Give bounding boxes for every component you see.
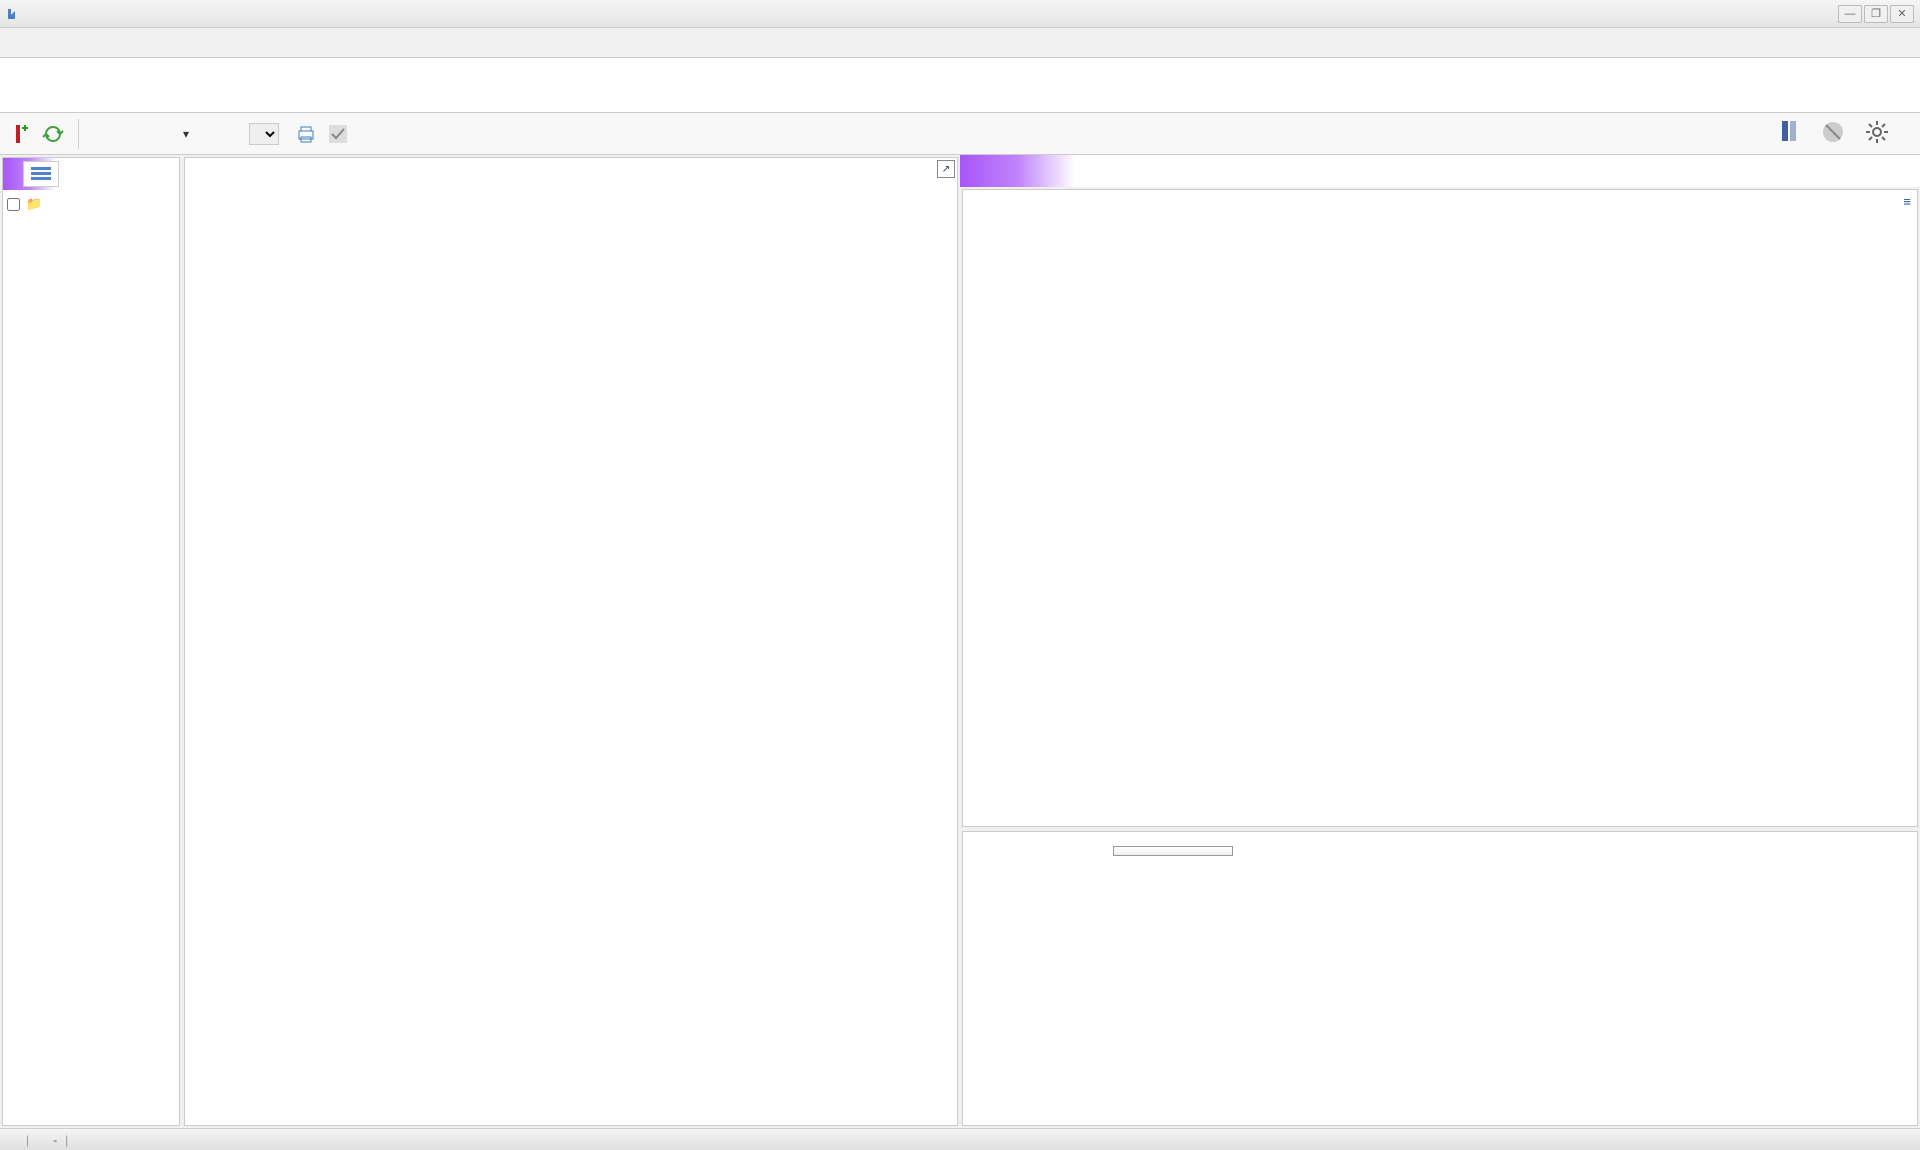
maximize-button[interactable]: ❐ [1864, 5, 1888, 23]
dropdown-icon[interactable]: ▾ [183, 127, 189, 141]
menu-bar [0, 28, 1920, 58]
x-axis-label [185, 1107, 957, 1111]
secondary-toolbar: ▾ [0, 113, 1920, 155]
settings-icon[interactable] [1864, 119, 1890, 148]
chart-panel: ↗ [184, 157, 958, 1126]
results-section: ≡ [962, 189, 1918, 827]
chart-expand-icon[interactable]: ↗ [937, 160, 955, 178]
ribbon [0, 58, 1920, 113]
folder-icon: 📁 [26, 196, 42, 212]
status-bar: | - | [0, 1128, 1920, 1150]
hamburger-icon[interactable]: ≡ [1903, 194, 1911, 209]
report-style-select[interactable] [249, 123, 279, 145]
main-area: 📁 ↗ ≡ [0, 155, 1920, 1128]
right-tabs [960, 155, 1920, 187]
chart-title [185, 158, 957, 170]
params-header [963, 832, 1917, 840]
sample-tree-panel: 📁 [2, 157, 180, 1126]
chart-canvas [235, 180, 927, 1067]
close-button[interactable]: ✕ [1890, 5, 1914, 23]
params-section [962, 831, 1918, 1126]
title-bar: — ❐ ✕ [0, 0, 1920, 28]
tree-root-row[interactable]: 📁 [7, 194, 175, 214]
right-panel: ≡ [960, 155, 1920, 1128]
check-icon[interactable] [327, 123, 349, 145]
left-panel: 📁 ↗ [0, 155, 960, 1128]
device-icon[interactable] [1776, 119, 1802, 148]
minimize-button[interactable]: — [1838, 5, 1862, 23]
root-checkbox[interactable] [7, 198, 20, 211]
add-sample-icon[interactable] [10, 123, 32, 145]
stop-icon[interactable] [1820, 119, 1846, 148]
sample-tree: 📁 [3, 190, 179, 218]
print-icon[interactable] [295, 123, 317, 145]
sample-tab-icon[interactable] [23, 161, 59, 187]
apply-button[interactable] [1113, 846, 1233, 856]
app-icon [6, 6, 22, 22]
refresh-icon[interactable] [42, 123, 64, 145]
